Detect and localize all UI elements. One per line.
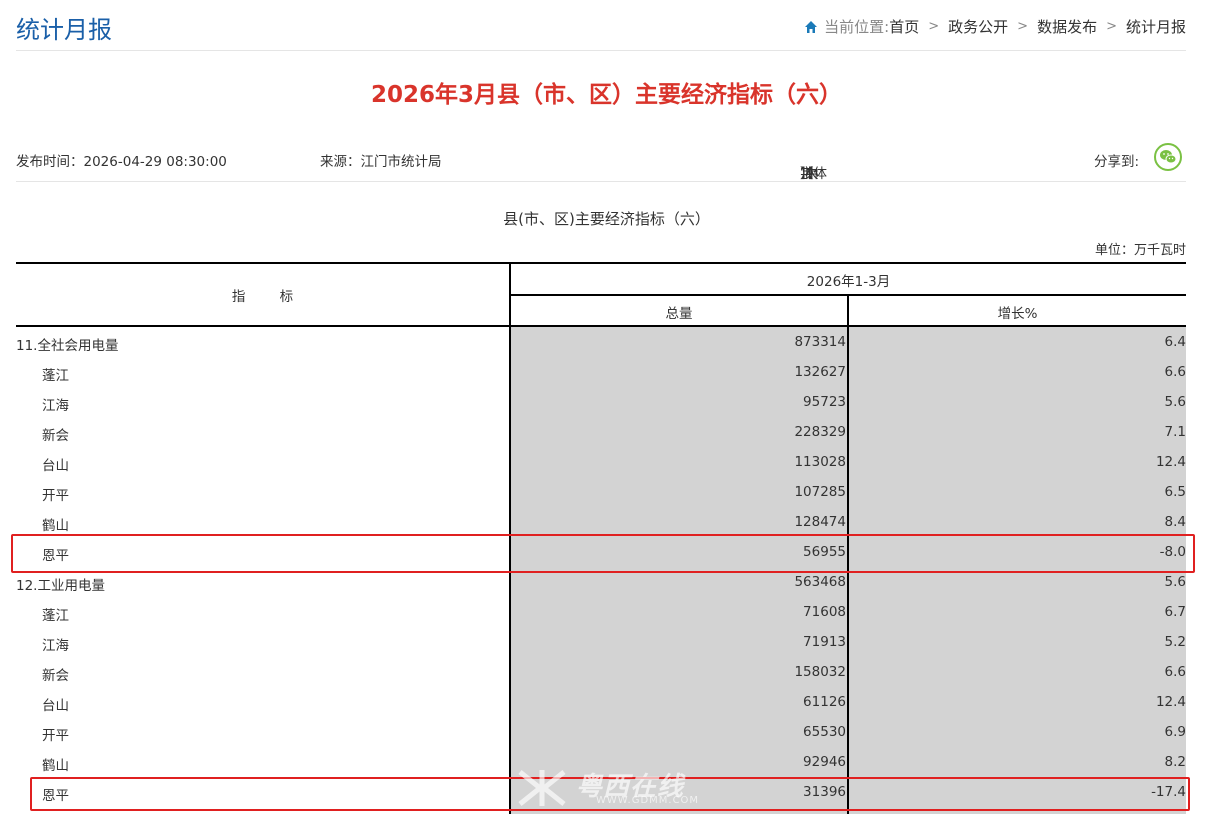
row-growth-value: 5.6 [1164,574,1186,590]
row-total-value: 95723 [803,394,846,410]
table-row: 江海 71913 5.2 [16,627,1186,657]
row-growth-value: 8.2 [1164,754,1186,770]
header-period: 2026年1-3月 [806,274,891,290]
row-indicator-label: 江海 [42,398,69,414]
row-indicator-label: 台山 [42,698,69,714]
table-caption: 县(市、区)主要经济指标（六） [503,210,710,228]
row-indicator-label: 台山 [42,458,69,474]
row-total-value: 563468 [794,574,846,590]
page-header: 统计月报 当前位置: 首页 > 政务公开 > 数据发布 > 统计月报 [16,0,1186,51]
font-bracket-close: 】 [800,166,814,182]
row-indicator-label: 新会 [42,428,69,444]
table-row: 新会 158032 6.6 [16,657,1186,687]
table-row: 江海 95723 5.6 [16,387,1186,417]
row-total-value: 873314 [794,334,846,350]
breadcrumb-monthly-report[interactable]: 统计月报 [1126,16,1186,37]
page-title: 统计月报 [16,16,112,44]
watermark-url: WWW.GDMM.COM [596,795,700,806]
highlight-box [11,534,1195,573]
table-row: 鹤山 128474 8.4 [16,507,1186,537]
home-icon [805,20,818,33]
watermark: 粤西在线 WWW.GDMM.COM [516,766,716,810]
row-growth-value: 12.4 [1155,694,1186,710]
row-growth-value: 5.6 [1164,394,1186,410]
row-growth-value: 5.2 [1164,634,1186,650]
row-total-value: 128474 [794,514,846,530]
row-total-value: 158032 [794,664,846,680]
row-indicator-label: 江海 [42,638,69,654]
breadcrumb-label: 当前位置: [824,18,890,36]
row-indicator-label: 11.全社会用电量 [16,338,119,354]
table-row: 蓬江 71608 6.7 [16,597,1186,627]
table-row: 开平 107285 6.5 [16,477,1186,507]
breadcrumb-home[interactable]: 首页 [889,16,919,37]
row-total-value: 132627 [794,364,846,380]
breadcrumb-separator: > [1106,19,1117,34]
row-growth-value: 12.4 [1155,454,1186,470]
row-growth-value: 8.4 [1164,514,1186,530]
source: 来源：江门市统计局 [320,154,442,170]
row-total-value: 92946 [803,754,846,770]
row-indicator-label: 鹤山 [42,758,69,774]
wechat-icon[interactable] [1154,143,1182,171]
row-indicator-label: 12.工业用电量 [16,578,105,594]
row-growth-value: 6.6 [1164,364,1186,380]
row-total-value: 65530 [803,724,846,740]
publish-time: 发布时间：2026-04-29 08:30:00 [16,154,227,170]
table-unit: 单位：万千瓦时 [1094,243,1186,258]
table-row: 新会 228329 7.1 [16,417,1186,447]
breadcrumb-separator: > [928,19,940,34]
table-row: 11.全社会用电量 873314 6.4 [16,327,1186,357]
row-total-value: 113028 [794,454,846,470]
row-total-value: 71913 [803,634,846,650]
table-row: 台山 61126 12.4 [16,687,1186,717]
breadcrumb: 当前位置: 首页 > 政务公开 > 数据发布 > 统计月报 [804,16,1186,37]
row-growth-value: 6.7 [1164,604,1186,620]
table-top-border [16,262,1186,264]
article-meta: 发布时间：2026-04-29 08:30:00 来源：江门市统计局 字体【大中… [16,138,1186,182]
table-row: 开平 65530 6.9 [16,717,1186,747]
breadcrumb-separator: > [1017,19,1029,34]
row-growth-value: 6.6 [1164,664,1186,680]
row-indicator-label: 蓬江 [42,368,69,384]
row-growth-value: 7.1 [1164,424,1186,440]
share-label: 分享到: [1094,154,1140,170]
row-indicator-label: 开平 [42,488,69,504]
article-title: 2026年3月县（市、区）主要经济指标（六） [370,82,843,108]
row-growth-value: 6.9 [1164,724,1186,740]
header-indicator: 指 标 [231,289,294,305]
row-total-value: 61126 [803,694,846,710]
watermark-logo-icon [518,770,566,806]
row-indicator-label: 蓬江 [42,608,69,624]
row-total-value: 71608 [803,604,846,620]
table-row: 台山 113028 12.4 [16,447,1186,477]
table-row: 蓬江 132627 6.6 [16,357,1186,387]
row-indicator-label: 开平 [42,728,69,744]
row-growth-value: 6.4 [1164,334,1186,350]
row-total-value: 228329 [794,424,846,440]
row-indicator-label: 鹤山 [42,518,69,534]
row-indicator-label: 新会 [42,668,69,684]
header-total: 总量 [665,306,693,322]
row-growth-value: 6.5 [1164,484,1186,500]
breadcrumb-gov-affairs[interactable]: 政务公开 [948,16,1008,37]
row-total-value: 107285 [794,484,846,500]
breadcrumb-data-release[interactable]: 数据发布 [1037,16,1097,37]
header-growth: 增长% [997,306,1038,322]
